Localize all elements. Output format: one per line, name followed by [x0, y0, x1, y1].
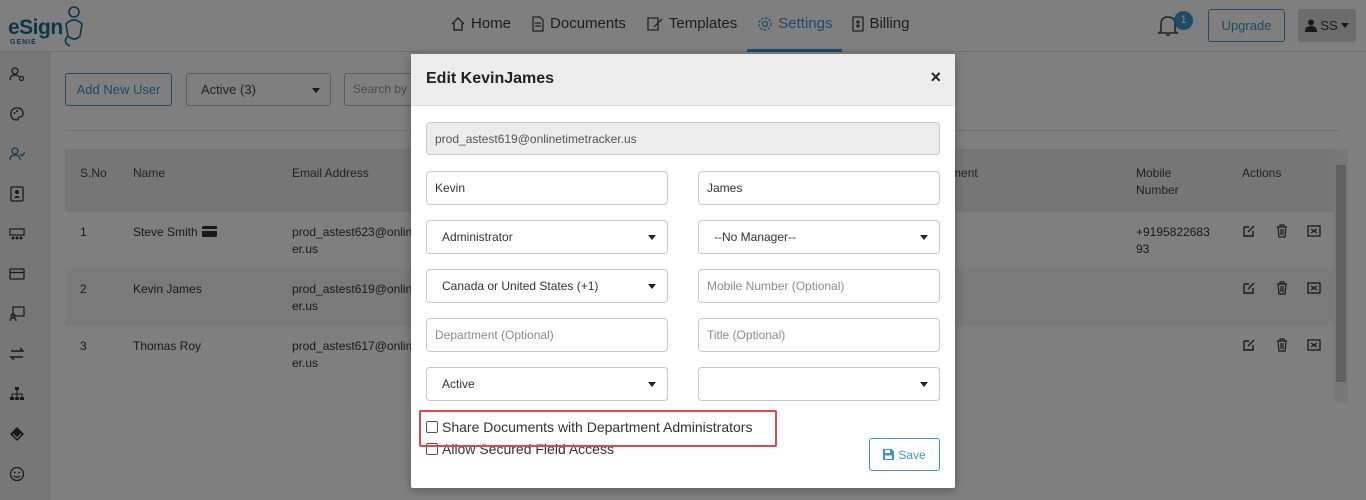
- close-icon[interactable]: ×: [930, 67, 941, 88]
- caret-down-icon: [648, 382, 656, 387]
- floppy-disk-icon: [883, 449, 895, 460]
- status-select[interactable]: Active: [426, 367, 668, 401]
- role-select[interactable]: Administrator: [426, 220, 668, 254]
- email-field: prod_astest619@onlinetimetracker.us: [426, 122, 940, 155]
- save-button[interactable]: Save: [869, 438, 940, 471]
- caret-down-icon: [920, 382, 928, 387]
- extra-select[interactable]: [698, 367, 940, 401]
- last-name-field[interactable]: James: [698, 171, 940, 205]
- modal-header: Edit KevinJames ×: [411, 54, 955, 106]
- country-code-value: Canada or United States (+1): [442, 279, 599, 293]
- role-select-value: Administrator: [442, 230, 513, 244]
- modal-title: Edit KevinJames: [426, 70, 555, 87]
- department-input[interactable]: Department (Optional): [426, 318, 668, 352]
- title-input[interactable]: Title (Optional): [698, 318, 940, 352]
- first-name-field[interactable]: Kevin: [426, 171, 668, 205]
- caret-down-icon: [648, 284, 656, 289]
- caret-down-icon: [648, 235, 656, 240]
- save-button-label: Save: [898, 447, 926, 462]
- country-code-select[interactable]: Canada or United States (+1): [426, 269, 668, 303]
- mobile-number-input[interactable]: Mobile Number (Optional): [698, 269, 940, 303]
- caret-down-icon: [920, 235, 928, 240]
- manager-select-value: --No Manager--: [714, 230, 797, 244]
- manager-select[interactable]: --No Manager--: [698, 220, 940, 254]
- status-select-value: Active: [442, 377, 475, 391]
- annotation-highlight-box: [419, 410, 777, 447]
